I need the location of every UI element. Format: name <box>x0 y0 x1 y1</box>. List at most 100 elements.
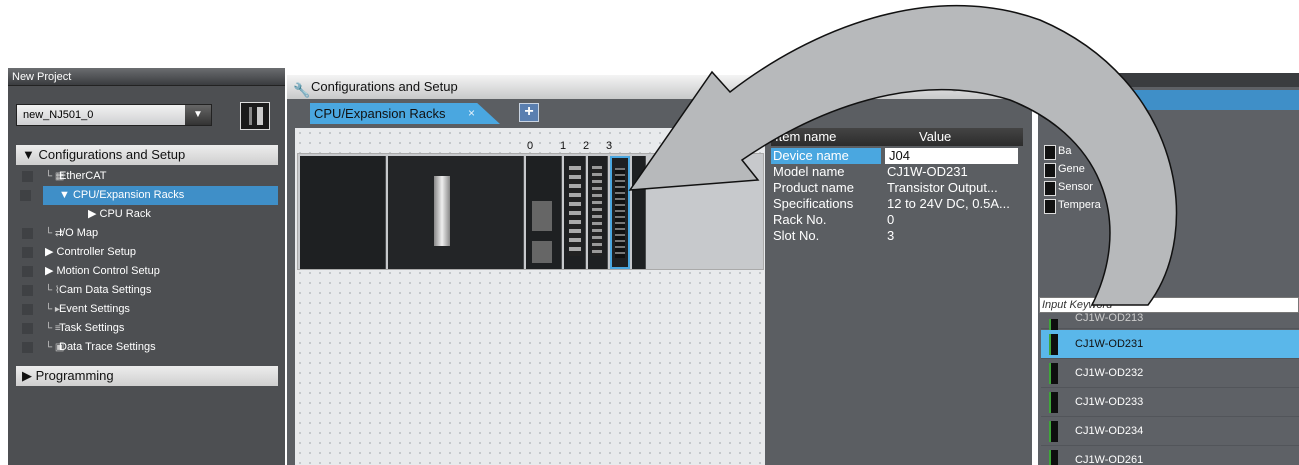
property-key: Model name <box>773 164 845 179</box>
tree-item-label: Cam Data Settings <box>59 284 152 296</box>
category-item[interactable]: Tempera <box>1044 197 1101 214</box>
multiview-explorer: New Project new_NJ501_0 ▼ ▼ Configuratio… <box>8 68 285 465</box>
panel-title-bar: 🔧 Configurations and Setup ⌗ ⊕ ⊖ ⌗ <box>287 75 1032 99</box>
header-item-name: Item name <box>775 129 837 144</box>
tree-item-label: Event Settings <box>59 303 130 315</box>
connector-icon <box>532 201 552 231</box>
category-item[interactable]: Gene <box>1044 161 1085 178</box>
category-item[interactable]: Sensor <box>1044 179 1093 196</box>
slot-number: 2 <box>583 140 590 152</box>
product-item[interactable]: CJ1W-OD232 <box>1041 359 1299 388</box>
section-programming[interactable]: ▶ Programming <box>16 366 278 386</box>
property-key: Rack No. <box>773 212 827 227</box>
tree-item-io-map[interactable]: └ ⇄I/O Map <box>22 224 99 243</box>
slot-number: 3 <box>606 140 613 152</box>
property-row[interactable]: Device name J04 <box>771 148 1023 164</box>
tree-item-label: ▼ CPU/Expansion Racks <box>59 189 185 201</box>
screenshot-stage: New Project new_NJ501_0 ▼ ▼ Configuratio… <box>0 0 1299 465</box>
status-marker-icon <box>22 171 33 182</box>
device-select-value: new_NJ501_0 <box>23 109 94 121</box>
properties-header: Item name Value <box>771 128 1023 146</box>
product-item-selected[interactable]: CJ1W-OD231 <box>1041 330 1299 359</box>
tree-item-label: Data Trace Settings <box>59 341 156 353</box>
header-value: Value <box>919 129 952 144</box>
unit-slot-0[interactable] <box>526 156 562 269</box>
product-item[interactable]: CJ1W-OD213 <box>1041 313 1299 340</box>
tree-item-label: I/O Map <box>59 227 99 239</box>
tree-item-task-settings[interactable]: └ ≡Task Settings <box>22 319 125 338</box>
property-value-input[interactable]: J04 <box>885 148 1018 164</box>
panel-title: Configurations and Setup <box>311 79 458 94</box>
io-map-icon: └ ⇄ <box>45 228 64 239</box>
tree-item-label: EtherCAT <box>59 170 107 182</box>
properties-table: Item name Value Device name J04 Model nam… <box>767 128 1025 465</box>
status-marker-icon <box>22 323 33 334</box>
rack-canvas[interactable]: 0 1 2 3 <box>295 128 765 465</box>
cam-icon: └ ⌇ <box>45 285 60 296</box>
status-marker-icon <box>22 342 33 353</box>
explorer-header: New Project <box>8 68 285 86</box>
tree-item-cpu-expansion-racks[interactable]: ▼ CPU/Expansion Racks <box>20 186 278 205</box>
controller-image-icon <box>240 102 270 130</box>
tree-item-motion-control-setup[interactable]: ▶ Motion Control Setup <box>22 262 160 281</box>
configurations-setup-panel: 🔧 Configurations and Setup ⌗ ⊕ ⊖ ⌗ CPU/E… <box>287 75 1032 465</box>
tab-cpu-expansion-racks[interactable]: CPU/Expansion Racks × <box>310 103 500 124</box>
close-icon[interactable]: × <box>468 103 475 124</box>
device-select[interactable]: new_NJ501_0 ▼ <box>16 104 212 126</box>
unit-slot-3-selected[interactable] <box>610 156 630 269</box>
chevron-down-icon[interactable]: ▼ <box>185 105 211 125</box>
tree-item-event-settings[interactable]: └ ▸Event Settings <box>22 300 130 319</box>
status-marker-icon <box>22 266 33 277</box>
unit-slot-1[interactable] <box>564 156 586 269</box>
property-value: CJ1W-OD231 <box>887 164 968 179</box>
toolbox-header <box>1038 73 1299 87</box>
power-supply-unit[interactable] <box>300 156 386 269</box>
tree-item-data-trace-settings[interactable]: └ ▣Data Trace Settings <box>22 338 156 357</box>
cpu-cover-icon <box>434 176 450 246</box>
ethercat-icon: └ ▦ <box>45 171 65 182</box>
product-item[interactable]: CJ1W-OD233 <box>1041 388 1299 417</box>
property-value: Transistor Output... <box>887 180 998 195</box>
tree-item-cam-data-settings[interactable]: └ ⌇Cam Data Settings <box>22 281 152 300</box>
property-key: Specifications <box>773 196 854 211</box>
add-tab-button[interactable]: + <box>519 103 539 122</box>
property-key: Product name <box>773 180 854 195</box>
status-marker-icon <box>22 285 33 296</box>
property-row[interactable]: Specifications 12 to 24V DC, 0.5A... <box>771 196 1023 212</box>
terminal-block-icon <box>592 166 602 256</box>
property-value: 3 <box>887 228 895 243</box>
tree-item-label: Task Settings <box>59 322 125 334</box>
keyword-input[interactable]: Input Keyword <box>1039 297 1299 313</box>
category-selected[interactable] <box>1041 90 1299 110</box>
section-configurations-setup[interactable]: ▼ Configurations and Setup <box>16 145 278 165</box>
event-icon: └ ▸ <box>45 304 60 315</box>
status-marker-icon <box>20 190 31 201</box>
terminal-block-icon <box>569 166 581 256</box>
slot-number: 1 <box>560 140 567 152</box>
product-item[interactable]: CJ1W-OD261 <box>1041 446 1299 465</box>
tree-item-ethercat[interactable]: └ ▦EtherCAT <box>22 167 107 186</box>
tree-item-cpu-rack[interactable]: ▶ CPU Rack <box>88 205 151 224</box>
status-marker-icon <box>22 247 33 258</box>
status-marker-icon <box>22 304 33 315</box>
task-icon: └ ≡ <box>45 323 61 334</box>
cpu-rack <box>297 153 764 270</box>
connector-icon <box>615 168 625 258</box>
property-row[interactable]: Product name Transistor Output... <box>771 180 1023 196</box>
product-item[interactable]: CJ1W-OD234 <box>1041 417 1299 446</box>
tree-item-label: ▶ Motion Control Setup <box>45 265 160 277</box>
property-value: 12 to 24V DC, 0.5A... <box>887 196 1010 211</box>
property-row[interactable]: Slot No. 3 <box>771 228 1023 244</box>
tree-item-label: ▶ CPU Rack <box>88 208 151 220</box>
zoom-tools-icon[interactable]: ⌗ ⊕ ⊖ ⌗ <box>936 75 992 99</box>
tree-item-controller-setup[interactable]: ▶ Controller Setup <box>22 243 136 262</box>
property-row[interactable]: Model name CJ1W-OD231 <box>771 164 1023 180</box>
connector-icon <box>532 241 552 263</box>
toolbox-panel: Ba Gene Sensor Tempera Input Keyword CJ1… <box>1038 73 1299 465</box>
cpu-unit[interactable] <box>388 156 524 269</box>
property-row[interactable]: Rack No. 0 <box>771 212 1023 228</box>
tab-label: CPU/Expansion Racks <box>314 106 446 121</box>
category-item[interactable]: Ba <box>1044 143 1071 160</box>
unit-slot-2[interactable] <box>588 156 608 269</box>
end-cover <box>632 156 646 269</box>
